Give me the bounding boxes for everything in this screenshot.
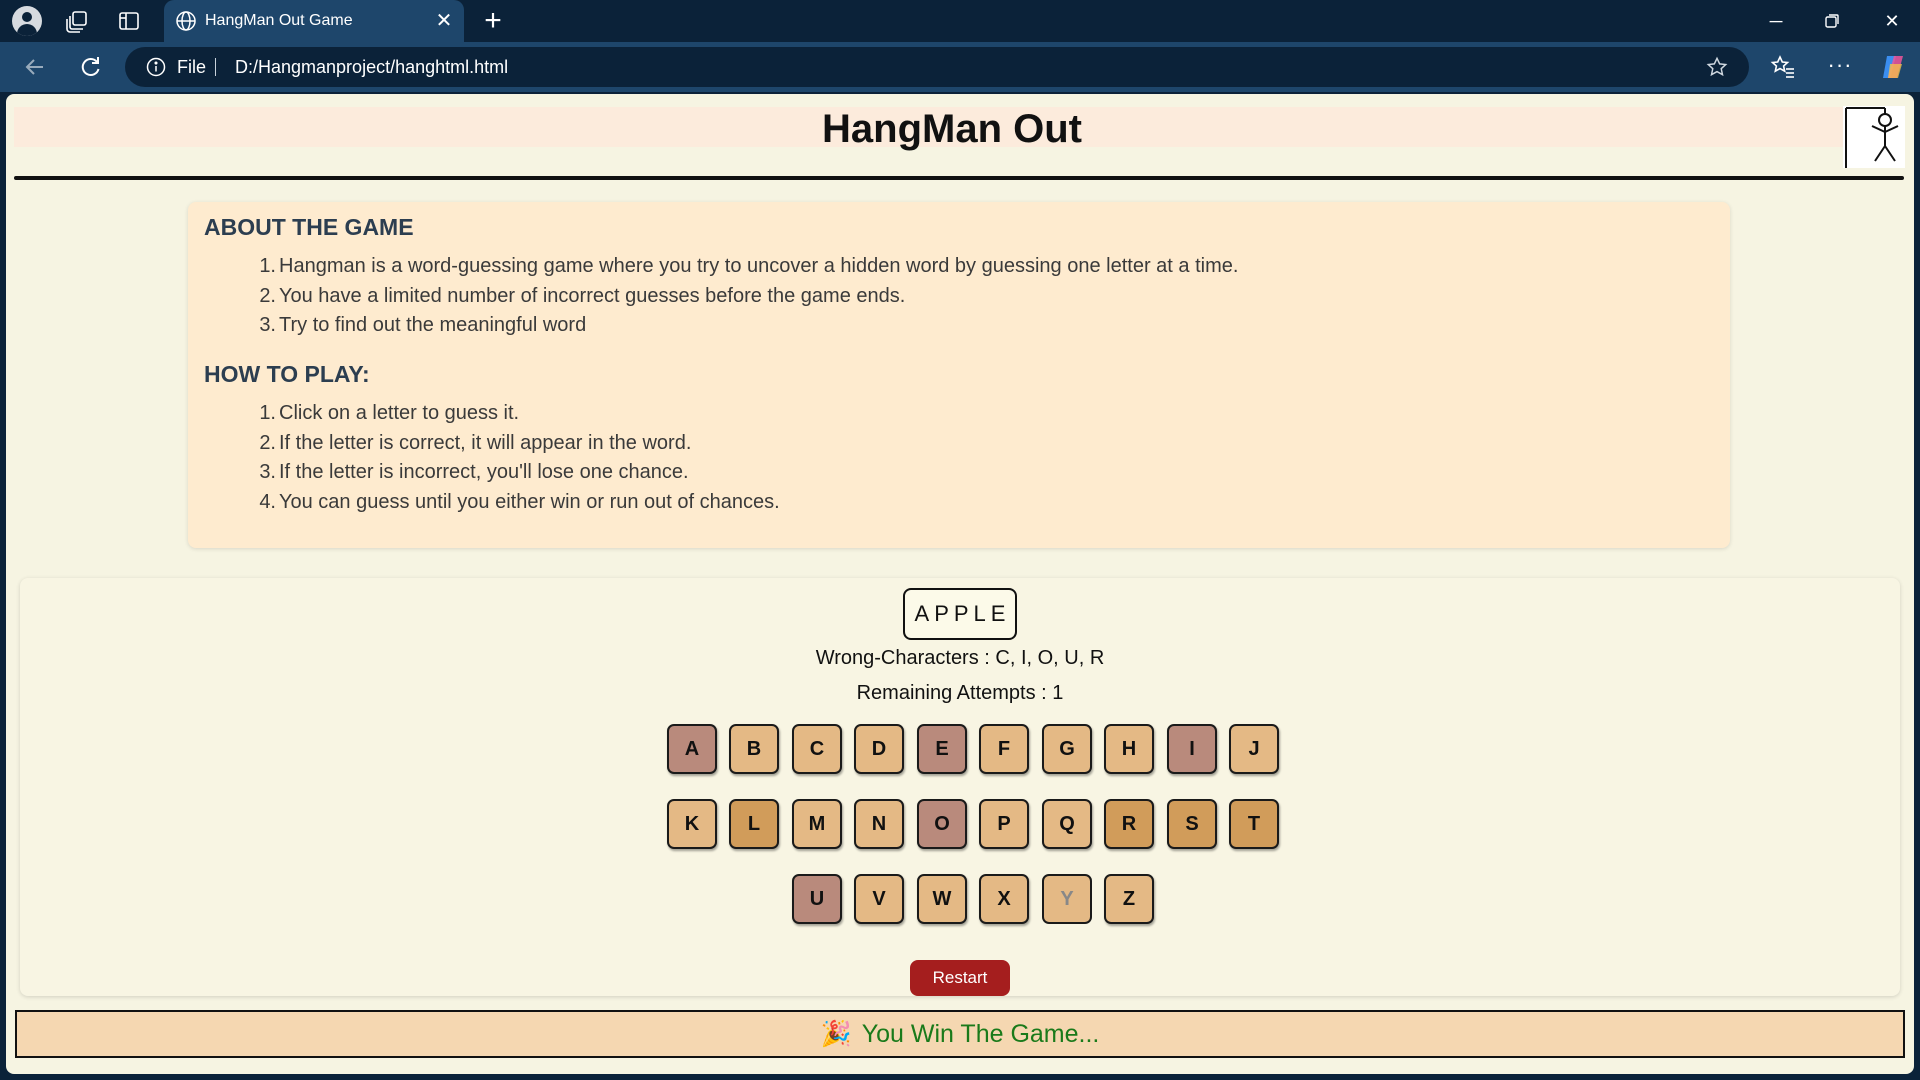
how-to-item-text: If the letter is correct, it will appear… bbox=[279, 431, 692, 454]
about-heading: ABOUT THE GAME bbox=[204, 214, 414, 240]
favorites-icon[interactable] bbox=[1770, 54, 1796, 80]
how-to-play-list: 1. Click on a letter to guess it. 2. If th… bbox=[188, 399, 780, 518]
address-bar[interactable]: File D:/Hangmanproject/hanghtml.html bbox=[125, 47, 1749, 87]
letter-key-p[interactable]: P bbox=[979, 799, 1029, 849]
more-options-icon[interactable]: ··· bbox=[1825, 50, 1855, 80]
reload-icon[interactable] bbox=[75, 52, 105, 82]
letter-key-y[interactable]: Y bbox=[1042, 874, 1092, 924]
how-to-item: 1. Click on a letter to guess it. bbox=[188, 399, 780, 429]
about-item-text: Try to find out the meaningful word bbox=[279, 314, 587, 336]
letter-key-i[interactable]: I bbox=[1167, 724, 1217, 774]
result-text: You Win The Game... bbox=[861, 1020, 1100, 1048]
new-tab-icon[interactable]: + bbox=[478, 4, 508, 37]
info-icon[interactable] bbox=[146, 57, 166, 77]
letter-keyboard: A B C D E F G H I J K L M N O P Q R S T … bbox=[20, 578, 1900, 996]
page-title: HangMan Out bbox=[822, 107, 1082, 151]
header-divider bbox=[14, 176, 1904, 180]
browser-toolbar: File D:/Hangmanproject/hanghtml.html ··· bbox=[0, 42, 1920, 92]
letter-key-k[interactable]: K bbox=[667, 799, 717, 849]
browser-tab[interactable]: HangMan Out Game ✕ bbox=[164, 0, 464, 42]
letter-key-f[interactable]: F bbox=[979, 724, 1029, 774]
restore-icon[interactable] bbox=[1804, 0, 1860, 42]
tab-title: HangMan Out Game bbox=[205, 12, 353, 29]
letter-key-g[interactable]: G bbox=[1042, 724, 1092, 774]
result-banner: 🎉 You Win The Game... bbox=[15, 1010, 1905, 1058]
about-item: 3. Try to find out the meaningful word bbox=[188, 311, 1238, 341]
address-scheme-label: File bbox=[177, 57, 207, 77]
letter-key-o[interactable]: O bbox=[917, 799, 967, 849]
address-separator bbox=[215, 58, 216, 76]
minimize-icon[interactable]: ─ bbox=[1748, 0, 1804, 42]
how-to-item-text: You can guess until you either win or ru… bbox=[279, 490, 780, 513]
letter-key-b[interactable]: B bbox=[729, 724, 779, 774]
close-window-icon[interactable]: ✕ bbox=[1864, 0, 1920, 42]
game-panel: APPLE Wrong-Characters : C, I, O, U, R R… bbox=[20, 578, 1900, 996]
close-tab-icon[interactable]: ✕ bbox=[432, 9, 456, 33]
letter-key-u[interactable]: U bbox=[792, 874, 842, 924]
copilot-icon[interactable] bbox=[1878, 52, 1908, 82]
about-item: 1. Hangman is a word-guessing game where … bbox=[188, 252, 1238, 282]
list-number: 4. bbox=[259, 490, 276, 513]
how-to-play-heading: HOW TO PLAY: bbox=[204, 361, 370, 387]
letter-key-l[interactable]: L bbox=[729, 799, 779, 849]
vertical-tabs-icon[interactable] bbox=[116, 8, 142, 34]
about-item-text: You have a limited number of incorrect g… bbox=[279, 284, 906, 307]
letter-key-h[interactable]: H bbox=[1104, 724, 1154, 774]
letter-key-c[interactable]: C bbox=[792, 724, 842, 774]
list-number: 1. bbox=[259, 402, 276, 424]
letter-key-n[interactable]: N bbox=[854, 799, 904, 849]
url-text[interactable]: D:/Hangmanproject/hanghtml.html bbox=[235, 57, 508, 78]
how-to-item-text: Click on a letter to guess it. bbox=[279, 402, 520, 424]
letter-key-j[interactable]: J bbox=[1229, 724, 1279, 774]
hangman-logo-icon bbox=[1843, 106, 1905, 168]
about-item: 2. You have a limited number of incorrect… bbox=[188, 282, 1238, 312]
letter-key-t[interactable]: T bbox=[1229, 799, 1279, 849]
letter-key-x[interactable]: X bbox=[979, 874, 1029, 924]
letter-key-a[interactable]: A bbox=[667, 724, 717, 774]
letter-key-z[interactable]: Z bbox=[1104, 874, 1154, 924]
about-list: 1. Hangman is a word-guessing game where … bbox=[188, 252, 1238, 341]
list-number: 2. bbox=[259, 284, 276, 307]
letter-key-m[interactable]: M bbox=[792, 799, 842, 849]
letter-key-q[interactable]: Q bbox=[1042, 799, 1092, 849]
letter-key-s[interactable]: S bbox=[1167, 799, 1217, 849]
letter-key-d[interactable]: D bbox=[854, 724, 904, 774]
list-number: 1. bbox=[259, 255, 276, 277]
party-popper-icon: 🎉 bbox=[820, 1020, 852, 1048]
how-to-item: 3. If the letter is incorrect, you'll los… bbox=[188, 458, 780, 488]
how-to-item-text: If the letter is incorrect, you'll lose … bbox=[279, 461, 689, 483]
star-icon[interactable] bbox=[1706, 56, 1728, 78]
globe-icon bbox=[174, 9, 198, 33]
list-number: 3. bbox=[259, 314, 276, 336]
workspaces-icon[interactable] bbox=[64, 8, 90, 34]
letter-key-w[interactable]: W bbox=[917, 874, 967, 924]
list-number: 3. bbox=[259, 461, 276, 483]
how-to-item: 4. You can guess until you either win or … bbox=[188, 488, 780, 518]
browser-title-bar: HangMan Out Game ✕ + ─ ✕ bbox=[0, 0, 1920, 42]
list-number: 2. bbox=[259, 431, 276, 454]
letter-key-v[interactable]: V bbox=[854, 874, 904, 924]
page-viewport: HangMan Out ABOUT THE GAME 1. Hangman is … bbox=[6, 94, 1914, 1074]
restart-button[interactable]: Restart bbox=[910, 960, 1010, 996]
letter-key-r[interactable]: R bbox=[1104, 799, 1154, 849]
back-arrow-icon[interactable] bbox=[20, 52, 50, 82]
profile-icon[interactable] bbox=[12, 6, 42, 36]
instructions-panel: ABOUT THE GAME 1. Hangman is a word-guess… bbox=[188, 202, 1730, 548]
about-item-text: Hangman is a word-guessing game where yo… bbox=[279, 255, 1239, 277]
letter-key-e[interactable]: E bbox=[917, 724, 967, 774]
how-to-item: 2. If the letter is correct, it will appe… bbox=[188, 429, 780, 459]
